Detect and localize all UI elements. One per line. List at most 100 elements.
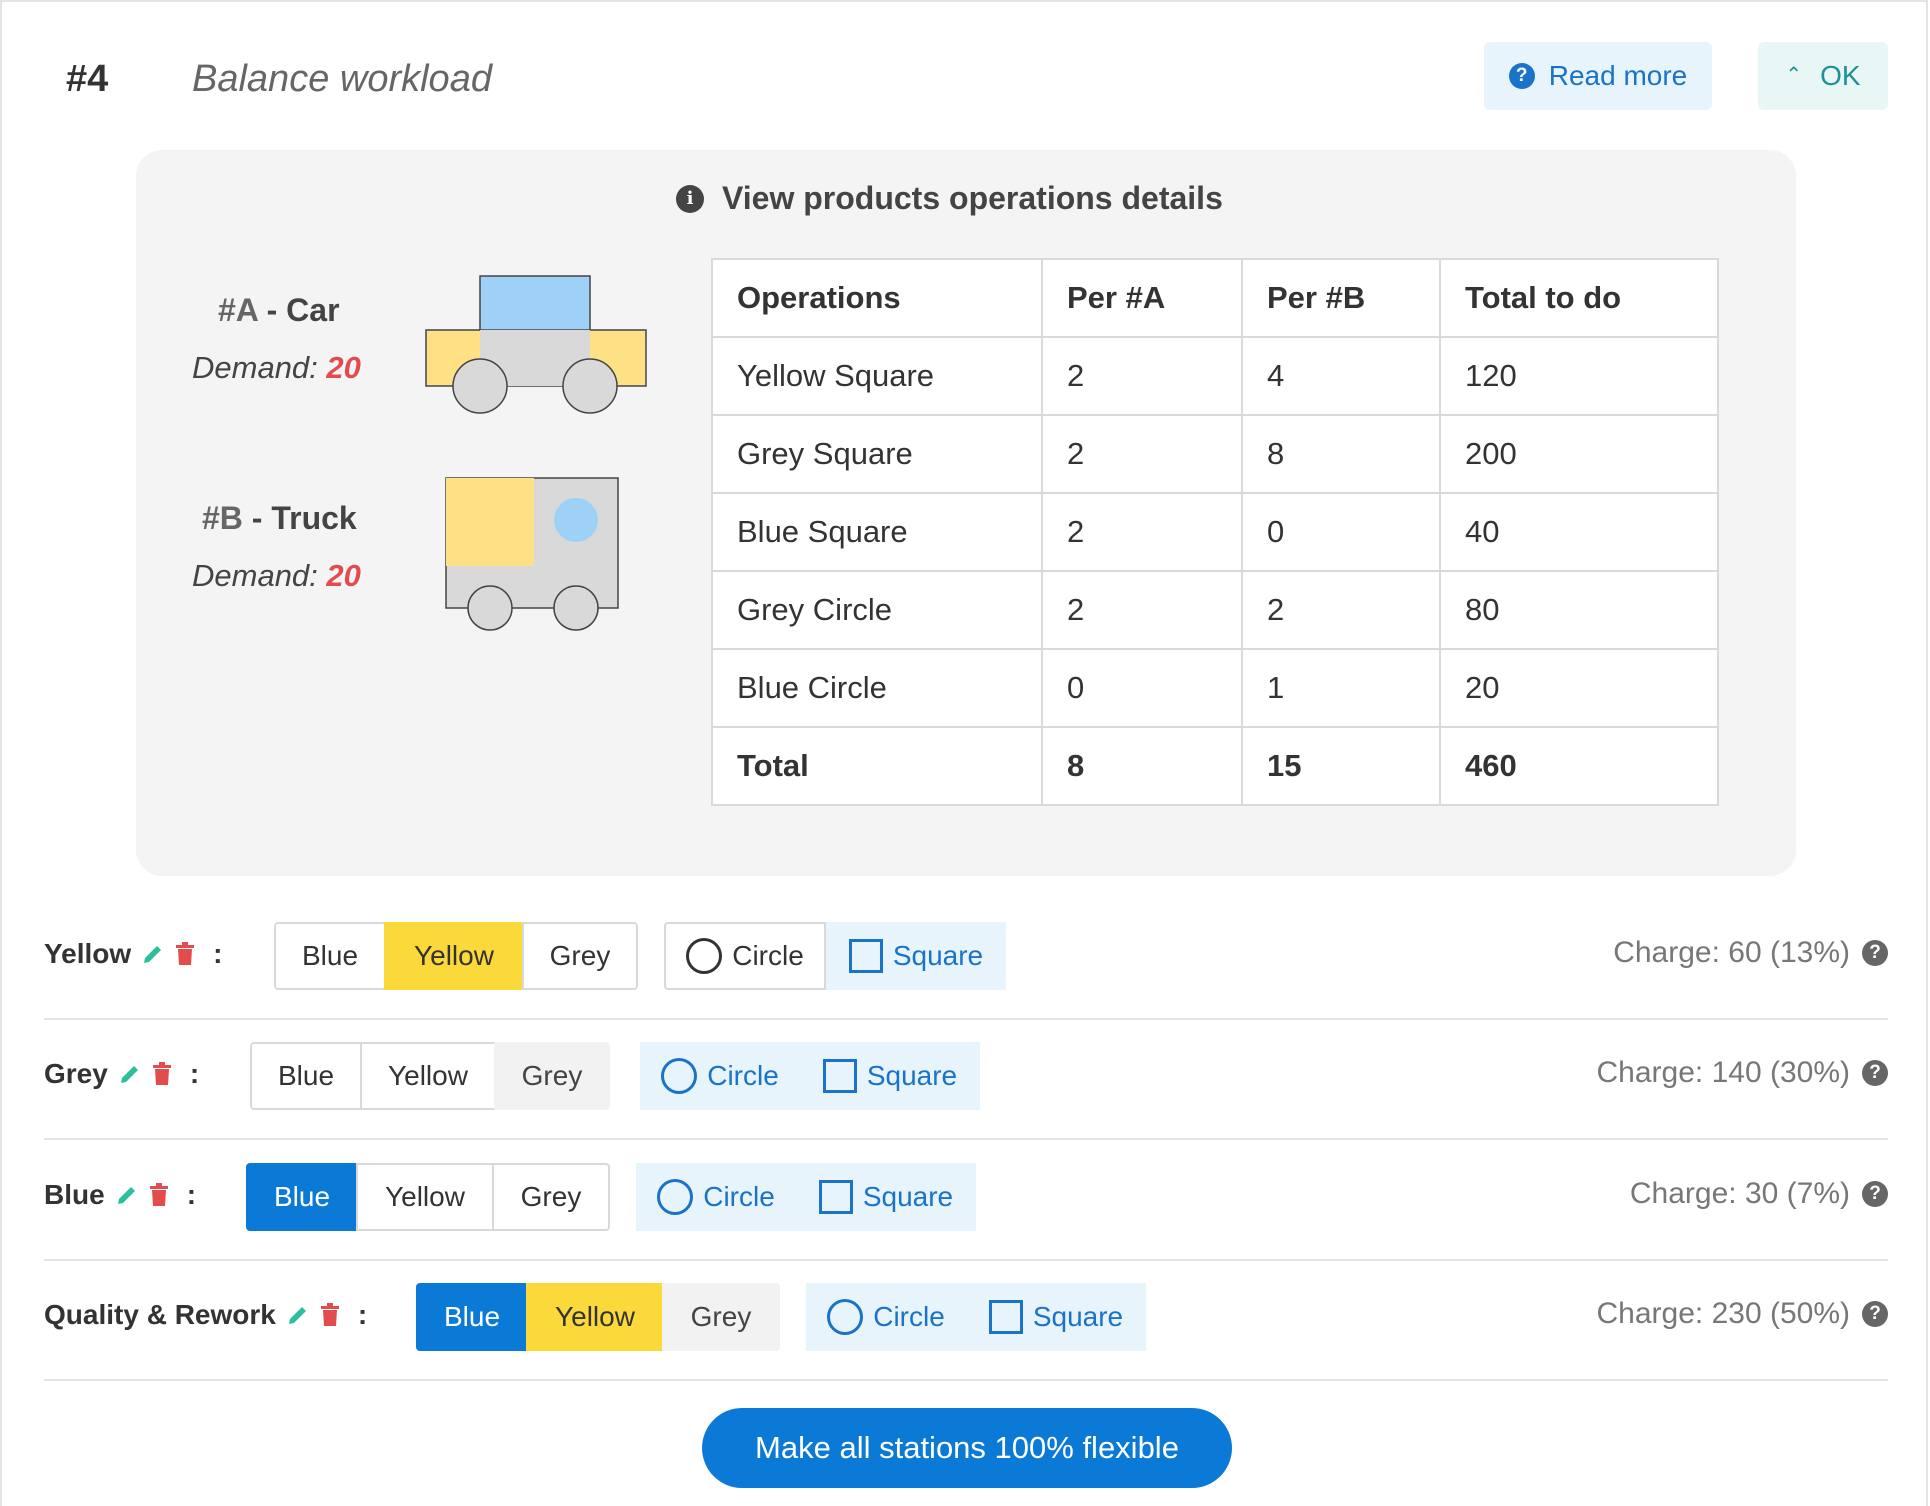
pencil-icon[interactable] [141,942,165,966]
trash-icon[interactable] [152,1062,172,1086]
shape-option-label: Square [892,940,984,971]
divider [44,1138,1888,1140]
shape-option-circle[interactable]: Circle [636,1163,796,1231]
square-outline-icon [988,1300,1023,1334]
product-b-name: #B - Truck [202,500,357,537]
shape-option-circle[interactable]: Circle [664,922,826,990]
product-b-demand-value: 20 [326,558,361,593]
color-option-grey[interactable]: Grey [662,1283,780,1351]
panel-title[interactable]: i View products operations details [676,180,1223,217]
shape-option-square[interactable]: Square [966,1283,1146,1351]
question-circle-icon: ? [1508,63,1535,89]
station-charge-text: Charge: 60 (13%) [1613,936,1850,969]
trash-icon[interactable] [149,1183,169,1207]
color-option-blue[interactable]: Blue [416,1283,528,1351]
station-row-quality-rework: Quality & Rework : Blue Yellow Grey Circ… [44,1261,1888,1381]
table-header-cell: Per #B [1241,258,1441,338]
shape-option-label: Circle [873,1301,945,1332]
product-b-demand-label: Demand: [192,558,318,593]
shape-option-square[interactable]: Square [826,922,1006,990]
question-circle-icon[interactable]: ? [1862,1181,1888,1207]
circle-outline-icon [657,1179,694,1215]
panel-title-text: View products operations details [722,180,1223,216]
info-circle-icon: i [676,184,704,213]
table-cell: 200 [1439,414,1719,494]
shape-option-label: Circle [707,1060,779,1091]
shape-option-square[interactable]: Square [796,1163,976,1231]
table-cell: 8 [1041,726,1243,806]
table-row: Grey Square 2 8 200 [711,414,1719,494]
station-name-label: Blue [44,1179,105,1210]
question-circle-icon[interactable]: ? [1862,940,1888,966]
table-cell: 15 [1241,726,1441,806]
product-a-label: Car [286,292,340,328]
table-cell: 120 [1439,336,1719,416]
station-colon: : [357,1299,368,1330]
color-option-blue[interactable]: Blue [250,1042,362,1110]
station-charge: Charge: 30 (7%) ? [1630,1177,1888,1211]
read-more-button[interactable]: ? Read more [1484,42,1712,110]
color-option-blue[interactable]: Blue [274,922,386,990]
station-color-selector: Blue Yellow Grey [416,1283,780,1351]
table-cell: 2 [1041,492,1243,572]
table-total-row: Total 8 15 460 [711,726,1719,806]
table-row: Blue Circle 0 1 20 [711,648,1719,728]
question-circle-icon[interactable]: ? [1862,1301,1888,1327]
product-a-demand-value: 20 [326,350,361,385]
station-name: Blue : [44,1179,196,1211]
table-cell: 20 [1439,648,1719,728]
table-cell: 0 [1041,648,1243,728]
table-cell: 80 [1439,570,1719,650]
table-cell: Blue Square [711,492,1043,572]
table-cell: 0 [1241,492,1441,572]
color-option-grey[interactable]: Grey [494,1042,610,1110]
table-header-cell: Per #A [1041,258,1243,338]
truck-illustration [445,477,619,631]
product-b-sep: - [242,500,272,536]
table-cell: 8 [1241,414,1441,494]
color-option-yellow[interactable]: Yellow [360,1042,496,1110]
operations-table: Operations Per #A Per #B Total to do Yel… [711,258,1719,806]
product-b-id: #B [202,500,243,536]
shape-option-circle[interactable]: Circle [806,1283,966,1351]
make-all-flexible-button[interactable]: Make all stations 100% flexible [702,1408,1232,1488]
color-option-yellow[interactable]: Yellow [384,922,524,990]
square-outline-icon [848,939,883,973]
trash-icon[interactable] [320,1303,340,1327]
pencil-icon[interactable] [115,1183,139,1207]
step-card: #4 Balance workload ? Read more ⌃ OK i V… [0,0,1928,1506]
station-charge-text: Charge: 30 (7%) [1629,1177,1850,1210]
product-a-sep: - [257,292,287,328]
trash-icon[interactable] [175,942,195,966]
station-color-selector: Blue Yellow Grey [250,1042,610,1110]
station-charge-text: Charge: 140 (30%) [1596,1056,1850,1089]
product-a-demand: Demand: 20 [192,350,361,386]
color-option-yellow[interactable]: Yellow [356,1163,494,1231]
table-row: Yellow Square 2 4 120 [711,336,1719,416]
shape-option-circle[interactable]: Circle [640,1042,800,1110]
read-more-label: Read more [1548,60,1688,91]
table-cell: Blue Circle [711,648,1043,728]
table-cell: 460 [1439,726,1719,806]
color-option-blue[interactable]: Blue [246,1163,358,1231]
station-name: Yellow : [44,938,222,970]
ok-label: OK [1820,60,1861,91]
station-color-selector: Blue Yellow Grey [274,922,638,990]
table-cell: Total [711,726,1043,806]
pencil-icon[interactable] [286,1303,310,1327]
shape-option-label: Circle [703,1181,775,1212]
table-cell: Yellow Square [711,336,1043,416]
shape-option-square[interactable]: Square [800,1042,980,1110]
pencil-icon[interactable] [118,1062,142,1086]
question-circle-icon[interactable]: ? [1862,1060,1888,1086]
color-option-yellow[interactable]: Yellow [526,1283,664,1351]
table-cell: 2 [1241,570,1441,650]
table-cell: 40 [1439,492,1719,572]
color-option-grey[interactable]: Grey [522,922,638,990]
ok-button[interactable]: ⌃ OK [1758,42,1888,110]
color-option-grey[interactable]: Grey [492,1163,610,1231]
product-b-demand: Demand: 20 [192,558,361,594]
table-header-cell: Operations [711,258,1043,338]
circle-outline-icon [827,1299,864,1335]
table-cell: 4 [1241,336,1441,416]
